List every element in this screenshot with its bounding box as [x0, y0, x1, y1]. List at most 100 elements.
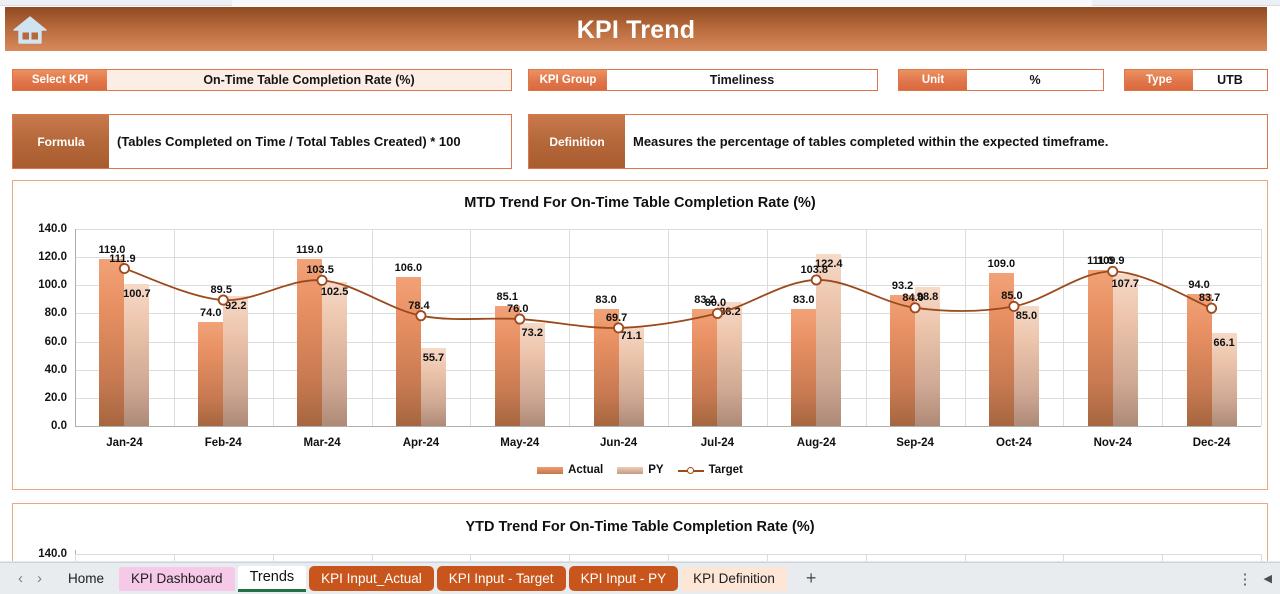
data-label-target: 84.0	[902, 291, 924, 304]
bar-actual[interactable]	[99, 258, 125, 426]
field-value-select-kpi[interactable]: On-Time Table Completion Rate (%)	[107, 70, 511, 90]
data-label-target: 80.0	[704, 297, 727, 310]
bar-py[interactable]	[223, 296, 249, 426]
y-axis-tick-label: 20.0	[44, 391, 67, 404]
category-divider	[1162, 229, 1164, 426]
sheet-tab-kpi-input-actual[interactable]: KPI Input_Actual	[309, 566, 434, 591]
sheet-tab-home[interactable]: Home	[56, 567, 116, 591]
data-label-py: 92.2	[225, 300, 247, 313]
field-label-select-kpi: Select KPI	[13, 70, 107, 90]
legend-swatch-actual	[537, 466, 564, 474]
x-axis-tick-label: Sep-24	[896, 437, 934, 449]
sheet-tab-kpi-dashboard[interactable]: KPI Dashboard	[119, 566, 235, 591]
bar-py[interactable]	[1112, 274, 1138, 426]
bar-actual[interactable]	[198, 321, 224, 426]
bar-actual[interactable]	[1087, 269, 1113, 426]
field-label-kpi-group: KPI Group	[529, 70, 607, 90]
field-value-kpi-group[interactable]: Timeliness	[607, 70, 877, 90]
definition-value: Measures the percentage of tables comple…	[633, 134, 1109, 149]
kpi-trend-app: KPI Trend Select KPI On-Time Table Compl…	[0, 0, 1280, 594]
data-label-target: 83.7	[1198, 292, 1221, 305]
data-label-actual: 119.0	[296, 243, 324, 256]
sheet-tab-kpi-definition[interactable]: KPI Definition	[681, 566, 787, 591]
data-label-actual: 83.0	[595, 294, 617, 307]
overflow-menu-icon[interactable]: ⋮	[1238, 570, 1254, 588]
data-label-py: 66.1	[1213, 336, 1235, 349]
bar-actual[interactable]	[593, 309, 619, 426]
legend-label: Actual	[568, 464, 604, 476]
data-label-actual: 85.1	[496, 291, 518, 304]
x-axis-tick-label: Oct-24	[996, 437, 1032, 449]
mtd-legend: Actual PY Target	[13, 464, 1267, 476]
field-kpi-group[interactable]: KPI Group Timeliness	[528, 69, 878, 91]
bar-actual[interactable]	[494, 306, 520, 426]
bar-actual[interactable]	[692, 308, 718, 426]
data-label-actual: 106.0	[394, 261, 423, 274]
y-axis-tick-label: 0.0	[51, 420, 67, 432]
data-label-py: 102.5	[320, 285, 349, 298]
data-label-actual: 109.0	[987, 257, 1016, 270]
definition-block: Definition Measures the percentage of ta…	[528, 114, 1268, 169]
y-axis-tick-label: 100.0	[38, 279, 67, 292]
field-label-unit: Unit	[899, 70, 967, 90]
field-type[interactable]: Type UTB	[1124, 69, 1268, 91]
bar-actual[interactable]	[890, 294, 916, 426]
collapse-caret-icon[interactable]: ◀	[1264, 572, 1272, 585]
bar-actual[interactable]	[791, 309, 817, 426]
sheet-tab-kpi-input-py[interactable]: KPI Input - PY	[568, 566, 679, 591]
sheet-nav-arrows[interactable]: ‹ ›	[0, 570, 56, 587]
bar-py[interactable]	[322, 281, 348, 426]
data-label-actual: 93.2	[891, 279, 914, 292]
x-axis-tick-label: Mar-24	[303, 437, 341, 449]
field-value-unit[interactable]: %	[967, 70, 1103, 90]
category-divider	[272, 229, 274, 426]
category-divider	[668, 229, 669, 426]
legend-item: PY	[617, 464, 664, 476]
x-axis-tick-label: Apr-24	[402, 437, 440, 449]
category-divider	[865, 229, 867, 426]
data-label-target: 103.5	[306, 264, 334, 277]
category-divider	[569, 229, 571, 426]
x-axis-tick-label: Feb-24	[204, 437, 242, 449]
data-label-py: 71.1	[620, 329, 642, 342]
next-sheet-icon[interactable]: ›	[37, 570, 42, 587]
data-label-py: 55.7	[422, 351, 445, 364]
formula-block: Formula (Tables Completed on Time / Tota…	[12, 114, 512, 169]
field-value-type[interactable]: UTB	[1193, 70, 1267, 90]
category-divider	[173, 229, 175, 426]
category-divider	[470, 229, 472, 426]
legend-item: Target	[677, 464, 743, 476]
sheet-tab-kpi-input-target[interactable]: KPI Input - Target	[436, 566, 566, 591]
x-axis-tick-label: Nov-24	[1093, 437, 1132, 449]
data-label-target: 89.5	[210, 284, 232, 297]
bar-actual[interactable]	[1186, 293, 1212, 426]
bar-actual[interactable]	[297, 258, 323, 426]
bar-py[interactable]	[915, 286, 941, 426]
category-divider	[1261, 229, 1262, 426]
sheet-tab-trends[interactable]: Trends	[237, 565, 307, 592]
y-axis-tick-label: 60.0	[44, 335, 67, 348]
sheet-tab-bar: ‹ › Home KPI Dashboard Trends KPI Input_Act…	[0, 562, 1280, 594]
sheet-tabs: Home KPI Dashboard Trends KPI Input_Actual K…	[56, 565, 790, 592]
bar-py[interactable]	[1013, 306, 1039, 426]
category-divider	[1063, 229, 1065, 426]
bar-py[interactable]	[816, 253, 842, 426]
page-title: KPI Trend	[576, 15, 696, 44]
x-axis-tick-label: May-24	[500, 437, 540, 449]
legend-label: PY	[648, 464, 664, 476]
data-label-actual: 94.0	[1188, 278, 1210, 291]
data-label-py: 73.2	[521, 326, 543, 339]
bar-py[interactable]	[717, 301, 743, 426]
y-axis-tick-label: 40.0	[44, 363, 67, 376]
add-sheet-button[interactable]: +	[790, 568, 833, 589]
legend-line-marker-icon	[677, 466, 704, 475]
prev-sheet-icon[interactable]: ‹	[18, 570, 23, 587]
bar-py[interactable]	[124, 284, 150, 426]
x-axis-tick-label: Dec-24	[1192, 437, 1231, 449]
field-select-kpi[interactable]: Select KPI On-Time Table Completion Rate…	[12, 69, 512, 91]
category-divider	[371, 229, 373, 426]
legend-swatch-py	[617, 466, 644, 474]
y-axis-tick-label: 140.0	[38, 548, 67, 560]
x-axis-tick-label: Aug-24	[796, 437, 836, 449]
field-unit[interactable]: Unit %	[898, 69, 1104, 91]
